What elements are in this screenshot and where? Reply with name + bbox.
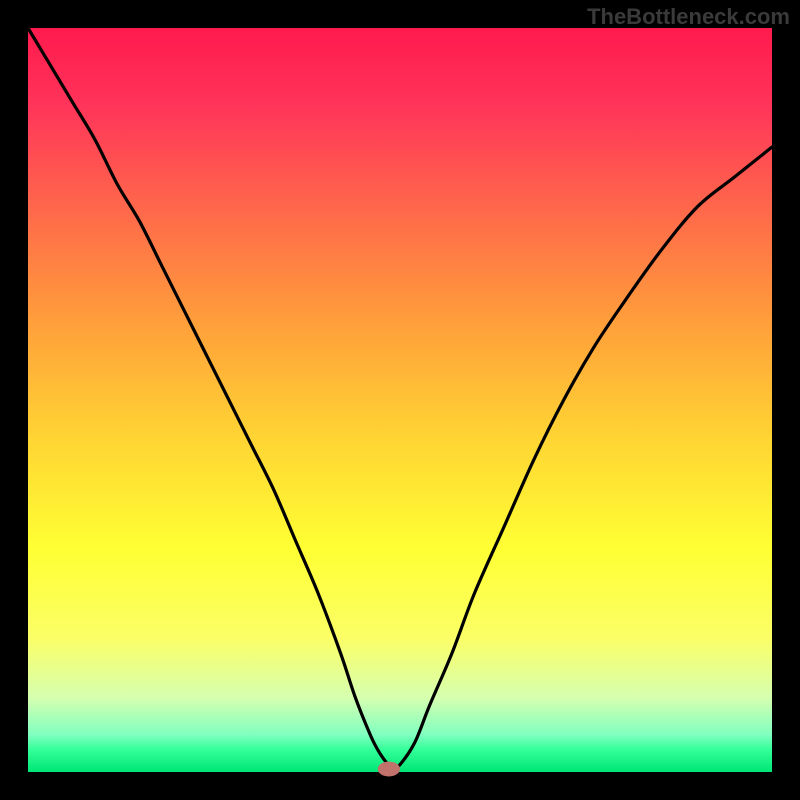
minimum-marker <box>378 762 400 777</box>
plot-background <box>28 28 772 772</box>
watermark-text: TheBottleneck.com <box>587 4 790 30</box>
chart-svg <box>0 0 800 800</box>
bottleneck-chart: TheBottleneck.com <box>0 0 800 800</box>
